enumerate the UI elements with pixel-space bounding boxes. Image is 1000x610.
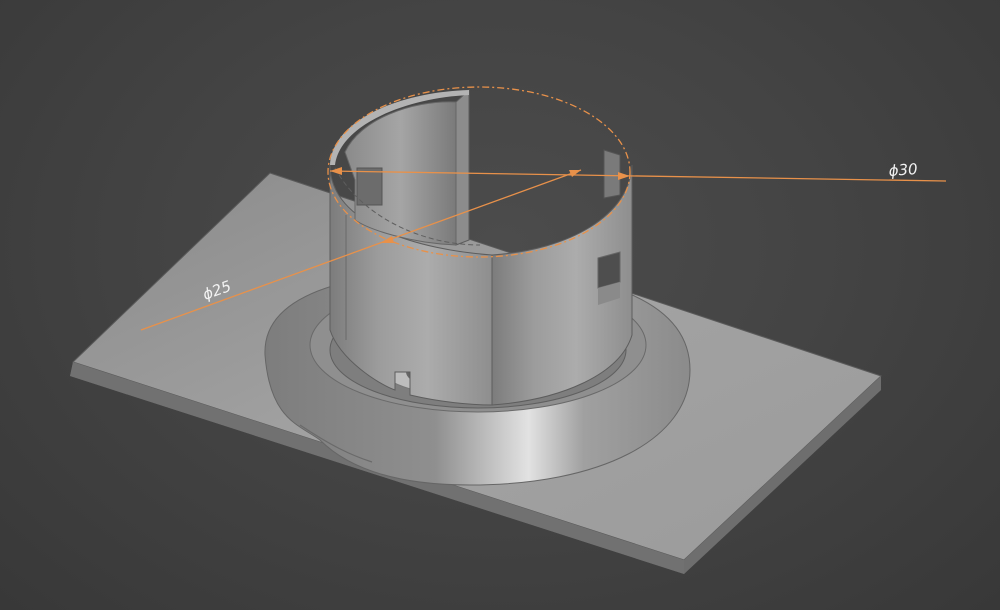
arrow-upper-icon — [569, 170, 581, 177]
inner-notch — [356, 167, 383, 206]
collet-slot-face — [455, 88, 470, 246]
diameter-30-label[interactable]: ϕ30 — [888, 160, 918, 180]
window-cutout — [597, 251, 621, 289]
arrow-right-icon — [618, 172, 630, 180]
right-inner-notch — [603, 149, 621, 199]
arrow-left-icon — [330, 167, 342, 175]
cad-3d-viewport[interactable]: ϕ30 ϕ25 — [0, 0, 1000, 610]
model-canvas[interactable]: ϕ30 ϕ25 — [0, 0, 1000, 610]
